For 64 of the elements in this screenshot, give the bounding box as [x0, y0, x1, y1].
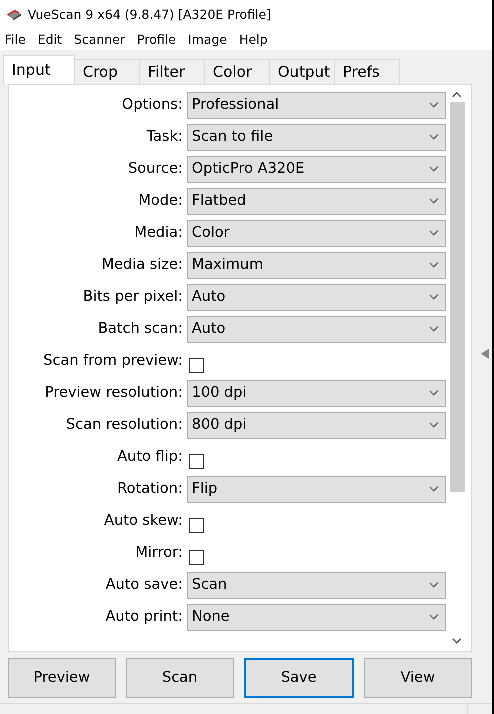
menu-item[interactable]: Profile	[137, 32, 176, 46]
setting-label: Scan from preview:	[42, 353, 184, 369]
checkbox[interactable]	[189, 518, 204, 532]
dropdown[interactable]: Color	[187, 220, 446, 246]
setting-label: Rotation:	[116, 481, 184, 497]
chevron-down-icon	[429, 230, 439, 236]
chevron-down-icon	[429, 294, 439, 300]
chevron-down-icon	[429, 582, 439, 588]
menu-item[interactable]: File	[5, 32, 26, 46]
tab[interactable]: Input	[3, 55, 75, 84]
chevron-down-icon[interactable]	[452, 638, 462, 644]
setting-label: Scan resolution:	[65, 417, 184, 433]
action-button[interactable]: Preview	[8, 658, 116, 698]
chevron-down-icon	[429, 102, 439, 108]
menu-item[interactable]: Edit	[38, 32, 62, 46]
chevron-down-icon	[429, 422, 439, 428]
menu-item[interactable]: Help	[239, 32, 268, 46]
setting-label: Media size:	[100, 257, 184, 273]
dropdown[interactable]: Maximum	[187, 252, 446, 278]
chevron-down-icon	[429, 134, 439, 140]
dropdown[interactable]: Auto	[187, 316, 446, 342]
dropdown[interactable]: None	[187, 604, 446, 630]
dropdown[interactable]: Auto	[187, 284, 446, 310]
chevron-down-icon	[429, 198, 439, 204]
checkbox[interactable]	[189, 454, 204, 468]
setting-label: Task:	[146, 129, 184, 145]
action-button[interactable]: View	[364, 658, 472, 698]
checkbox[interactable]	[189, 550, 204, 564]
collapse-arrow-icon[interactable]	[481, 349, 489, 359]
menu-item[interactable]: Image	[188, 32, 228, 46]
chevron-down-icon	[429, 486, 439, 492]
setting-label: Auto skew:	[103, 513, 184, 529]
chevron-down-icon	[429, 390, 439, 396]
setting-label: Auto print:	[104, 609, 184, 625]
dropdown[interactable]: Scan to file	[187, 124, 446, 150]
chevron-down-icon	[429, 166, 439, 172]
setting-label: Batch scan:	[97, 321, 184, 337]
tab[interactable]: Prefs	[334, 59, 400, 84]
chevron-down-icon	[429, 326, 439, 332]
setting-label: Source:	[127, 161, 184, 177]
action-button[interactable]: Save	[244, 658, 354, 698]
setting-label: Preview resolution:	[44, 385, 184, 401]
window-title: VueScan 9 x64 (9.8.47) [A320E Profile]	[28, 6, 272, 22]
dropdown[interactable]: 800 dpi	[187, 412, 446, 438]
dropdown[interactable]: OpticPro A320E	[187, 156, 446, 182]
scrollbar-thumb[interactable]	[450, 102, 464, 492]
checkbox[interactable]	[189, 358, 204, 372]
setting-label: Mode:	[138, 193, 184, 209]
chevron-down-icon	[429, 614, 439, 620]
menu-item[interactable]: Scanner	[74, 32, 126, 46]
setting-label: Media:	[134, 225, 184, 241]
chevron-down-icon	[429, 262, 439, 268]
dropdown[interactable]: Flatbed	[187, 188, 446, 214]
chevron-up-icon[interactable]	[452, 92, 462, 98]
dropdown[interactable]: Professional	[187, 92, 446, 118]
dropdown[interactable]: Scan	[187, 572, 446, 598]
setting-label: Bits per pixel:	[82, 289, 184, 305]
setting-label: Options:	[121, 97, 184, 113]
setting-label: Mirror:	[134, 545, 184, 561]
action-button[interactable]: Scan	[126, 658, 234, 698]
dropdown[interactable]: 100 dpi	[187, 380, 446, 406]
setting-label: Auto flip:	[116, 449, 184, 465]
setting-label: Auto save:	[104, 577, 184, 593]
dropdown[interactable]: Flip	[187, 476, 446, 502]
